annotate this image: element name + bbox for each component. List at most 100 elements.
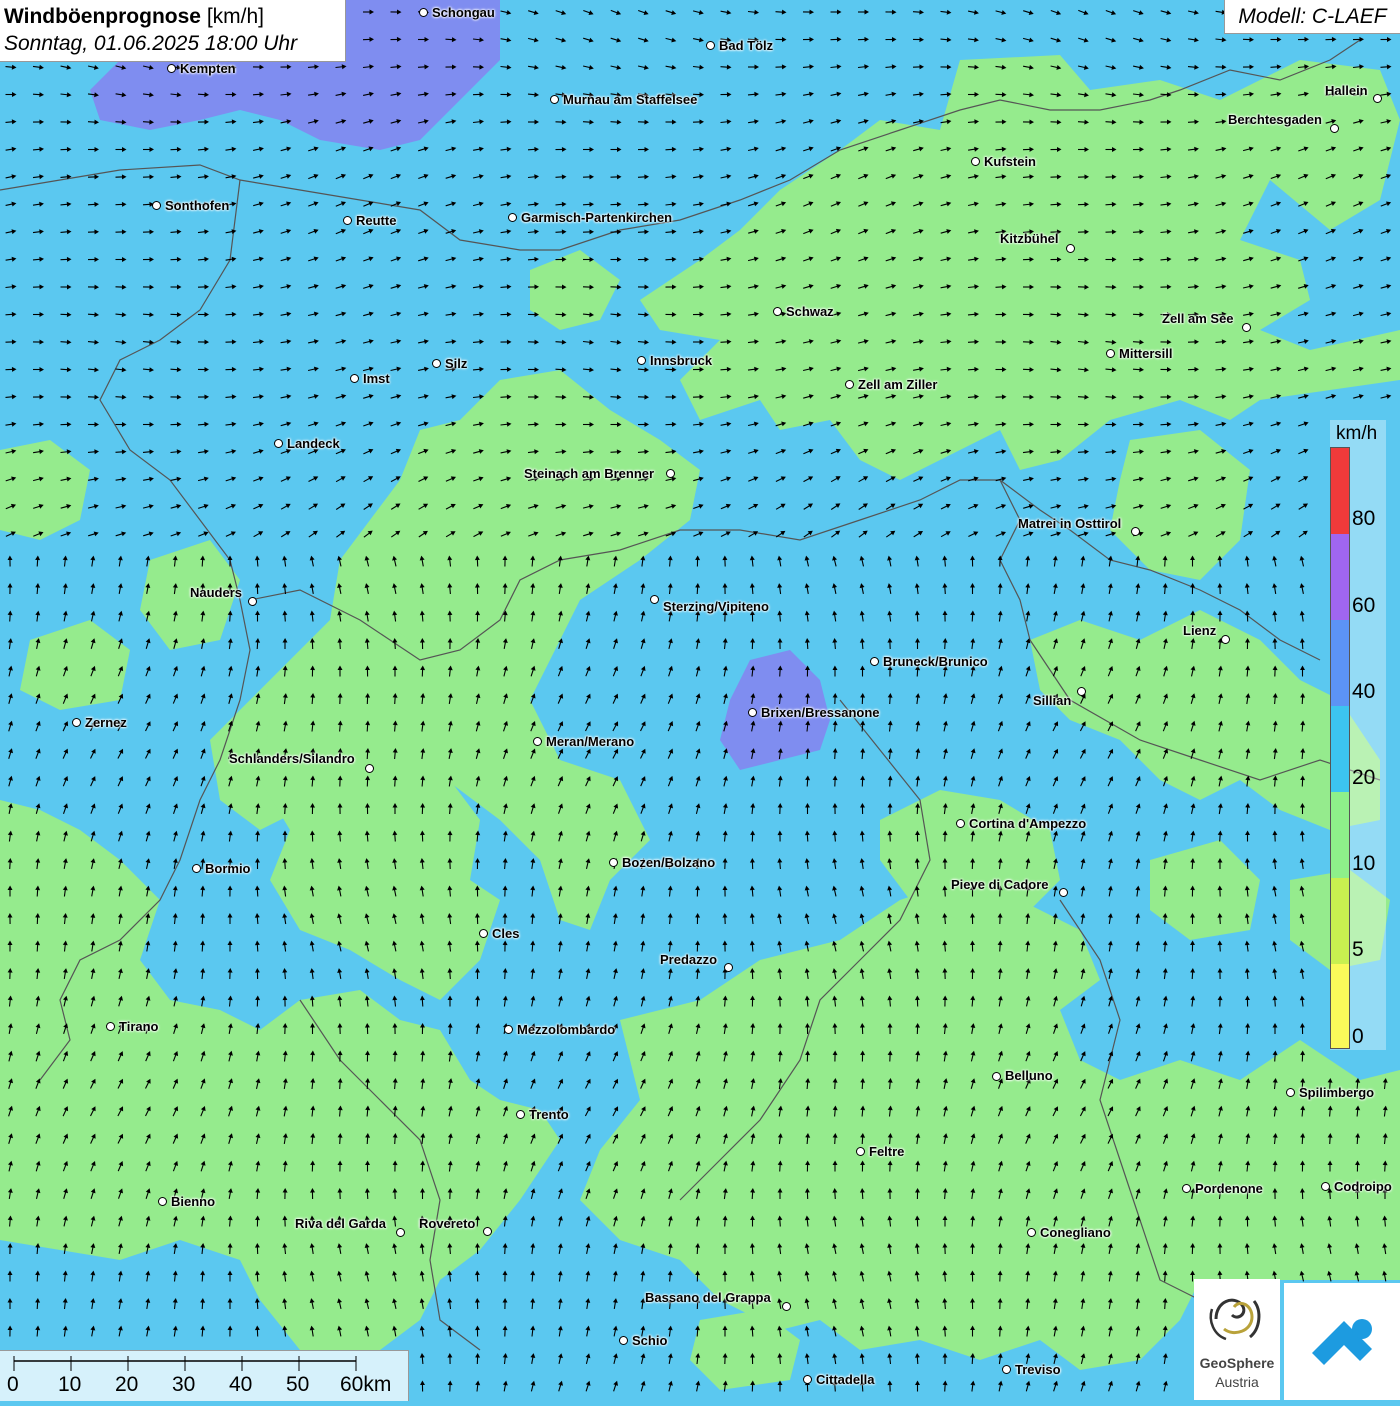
city-marker: [550, 95, 559, 104]
city-label: Matrei in Osttirol: [1018, 517, 1121, 531]
city-marker: [1286, 1088, 1295, 1097]
city-label: Steinach am Brenner: [524, 467, 654, 481]
city-label: Brixen/Bressanone: [761, 706, 880, 720]
city-label: Spilimbergo: [1299, 1086, 1374, 1100]
geosphere-swirl-icon: [1194, 1279, 1280, 1351]
color-legend: km/h 80 60 40 20 10 5 0: [1330, 420, 1390, 1060]
city-marker: [106, 1022, 115, 1031]
city-marker: [533, 737, 542, 746]
scale-label-0: 0: [7, 1373, 19, 1397]
legend-seg-60: [1331, 534, 1349, 620]
city-label: Bruneck/Brunico: [883, 655, 988, 669]
city-marker: [856, 1147, 865, 1156]
city-label: Murnau am Staffelsee: [563, 93, 697, 107]
legend-unit: km/h: [1336, 423, 1377, 445]
city-marker: [432, 359, 441, 368]
city-marker: [167, 64, 176, 73]
city-label: Cortina d'Ampezzo: [969, 817, 1086, 831]
city-label: Zell am See: [1162, 312, 1234, 326]
city-label: Sillian: [1033, 694, 1071, 708]
city-label: Innsbruck: [650, 354, 712, 368]
city-label: Bad Tölz: [719, 39, 773, 53]
city-marker: [1059, 888, 1068, 897]
city-label: Zell am Ziller: [858, 378, 937, 392]
city-label: Sterzing/Vipiteno: [663, 600, 769, 614]
title-main: Windböenprognose: [4, 5, 201, 28]
legend-label-20: 20: [1352, 766, 1375, 790]
city-marker: [1242, 323, 1251, 332]
model-label: Modell: C-LAEF: [1224, 0, 1400, 34]
city-marker: [870, 657, 879, 666]
geosphere-logo-text: GeoSphere: [1194, 1355, 1280, 1371]
scale-label-10: 10: [58, 1373, 81, 1397]
city-marker: [343, 216, 352, 225]
city-label: Zernez: [85, 716, 127, 730]
city-label: Schlanders/Silandro: [229, 752, 355, 766]
geosphere-austria-logo[interactable]: GeoSphere Austria: [1194, 1279, 1280, 1400]
city-label: Cles: [492, 927, 519, 941]
city-label: Imst: [363, 372, 390, 386]
city-marker: [1066, 244, 1075, 253]
city-marker: [479, 929, 488, 938]
city-label: Hallein: [1325, 84, 1368, 98]
city-marker: [419, 8, 428, 17]
city-marker: [350, 374, 359, 383]
city-label: Feltre: [869, 1145, 904, 1159]
city-marker: [971, 157, 980, 166]
city-label: Schongau: [432, 6, 495, 20]
city-label: Predazzo: [660, 953, 717, 967]
city-marker: [1330, 124, 1339, 133]
map-title-box: Windböenprognose [km/h] Sonntag, 01.06.2…: [0, 0, 346, 62]
forecast-datetime: Sonntag, 01.06.2025 18:00 Uhr: [4, 30, 345, 58]
city-label: Landeck: [287, 437, 340, 451]
city-label: Meran/Merano: [546, 735, 634, 749]
weather-app-logo[interactable]: [1284, 1283, 1400, 1400]
city-marker: [706, 41, 715, 50]
city-marker: [1221, 635, 1230, 644]
scale-label-30: 30: [172, 1373, 195, 1397]
city-marker: [516, 1110, 525, 1119]
legend-seg-40: [1331, 620, 1349, 706]
scale-label-20: 20: [115, 1373, 138, 1397]
legend-seg-0: [1331, 964, 1349, 1048]
legend-label-40: 40: [1352, 680, 1375, 704]
legend-label-80: 80: [1352, 507, 1375, 531]
legend-label-0: 0: [1352, 1025, 1364, 1049]
city-label: Bormio: [205, 862, 251, 876]
city-marker: [773, 307, 782, 316]
legend-label-60: 60: [1352, 594, 1375, 618]
city-label: Garmisch-Partenkirchen: [521, 211, 672, 225]
city-label: Schwaz: [786, 305, 834, 319]
city-marker: [248, 597, 257, 606]
scale-bar: 0 10 20 30 40 50 60km: [0, 1350, 409, 1401]
city-marker: [1077, 687, 1086, 696]
city-label: Kufstein: [984, 155, 1036, 169]
city-label: Kitzbühel: [1000, 232, 1059, 246]
city-marker: [1131, 527, 1140, 536]
city-marker: [274, 439, 283, 448]
city-label: Kempten: [180, 62, 236, 76]
weather-app-arrow-icon: [1284, 1283, 1400, 1400]
city-marker: [666, 469, 675, 478]
city-label: Tirano: [119, 1020, 159, 1034]
city-label: Trento: [529, 1108, 569, 1122]
city-marker: [609, 858, 618, 867]
city-marker: [724, 963, 733, 972]
city-label: Pieve di Cadore: [951, 878, 1049, 892]
city-marker: [365, 764, 374, 773]
austria-logo-text: Austria: [1194, 1374, 1280, 1390]
city-marker: [1373, 94, 1382, 103]
city-label: Reutte: [356, 214, 396, 228]
city-marker: [508, 213, 517, 222]
city-marker: [152, 201, 161, 210]
city-label: Silz: [445, 357, 467, 371]
city-marker: [637, 356, 646, 365]
city-label: Nauders: [190, 586, 242, 600]
city-marker: [1106, 349, 1115, 358]
city-label: Belluno: [1005, 1069, 1053, 1083]
scale-label-40: 40: [229, 1373, 252, 1397]
legend-color-bar: [1330, 447, 1350, 1049]
city-marker: [72, 718, 81, 727]
city-label: Sonthofen: [165, 199, 229, 213]
legend-seg-5: [1331, 878, 1349, 964]
